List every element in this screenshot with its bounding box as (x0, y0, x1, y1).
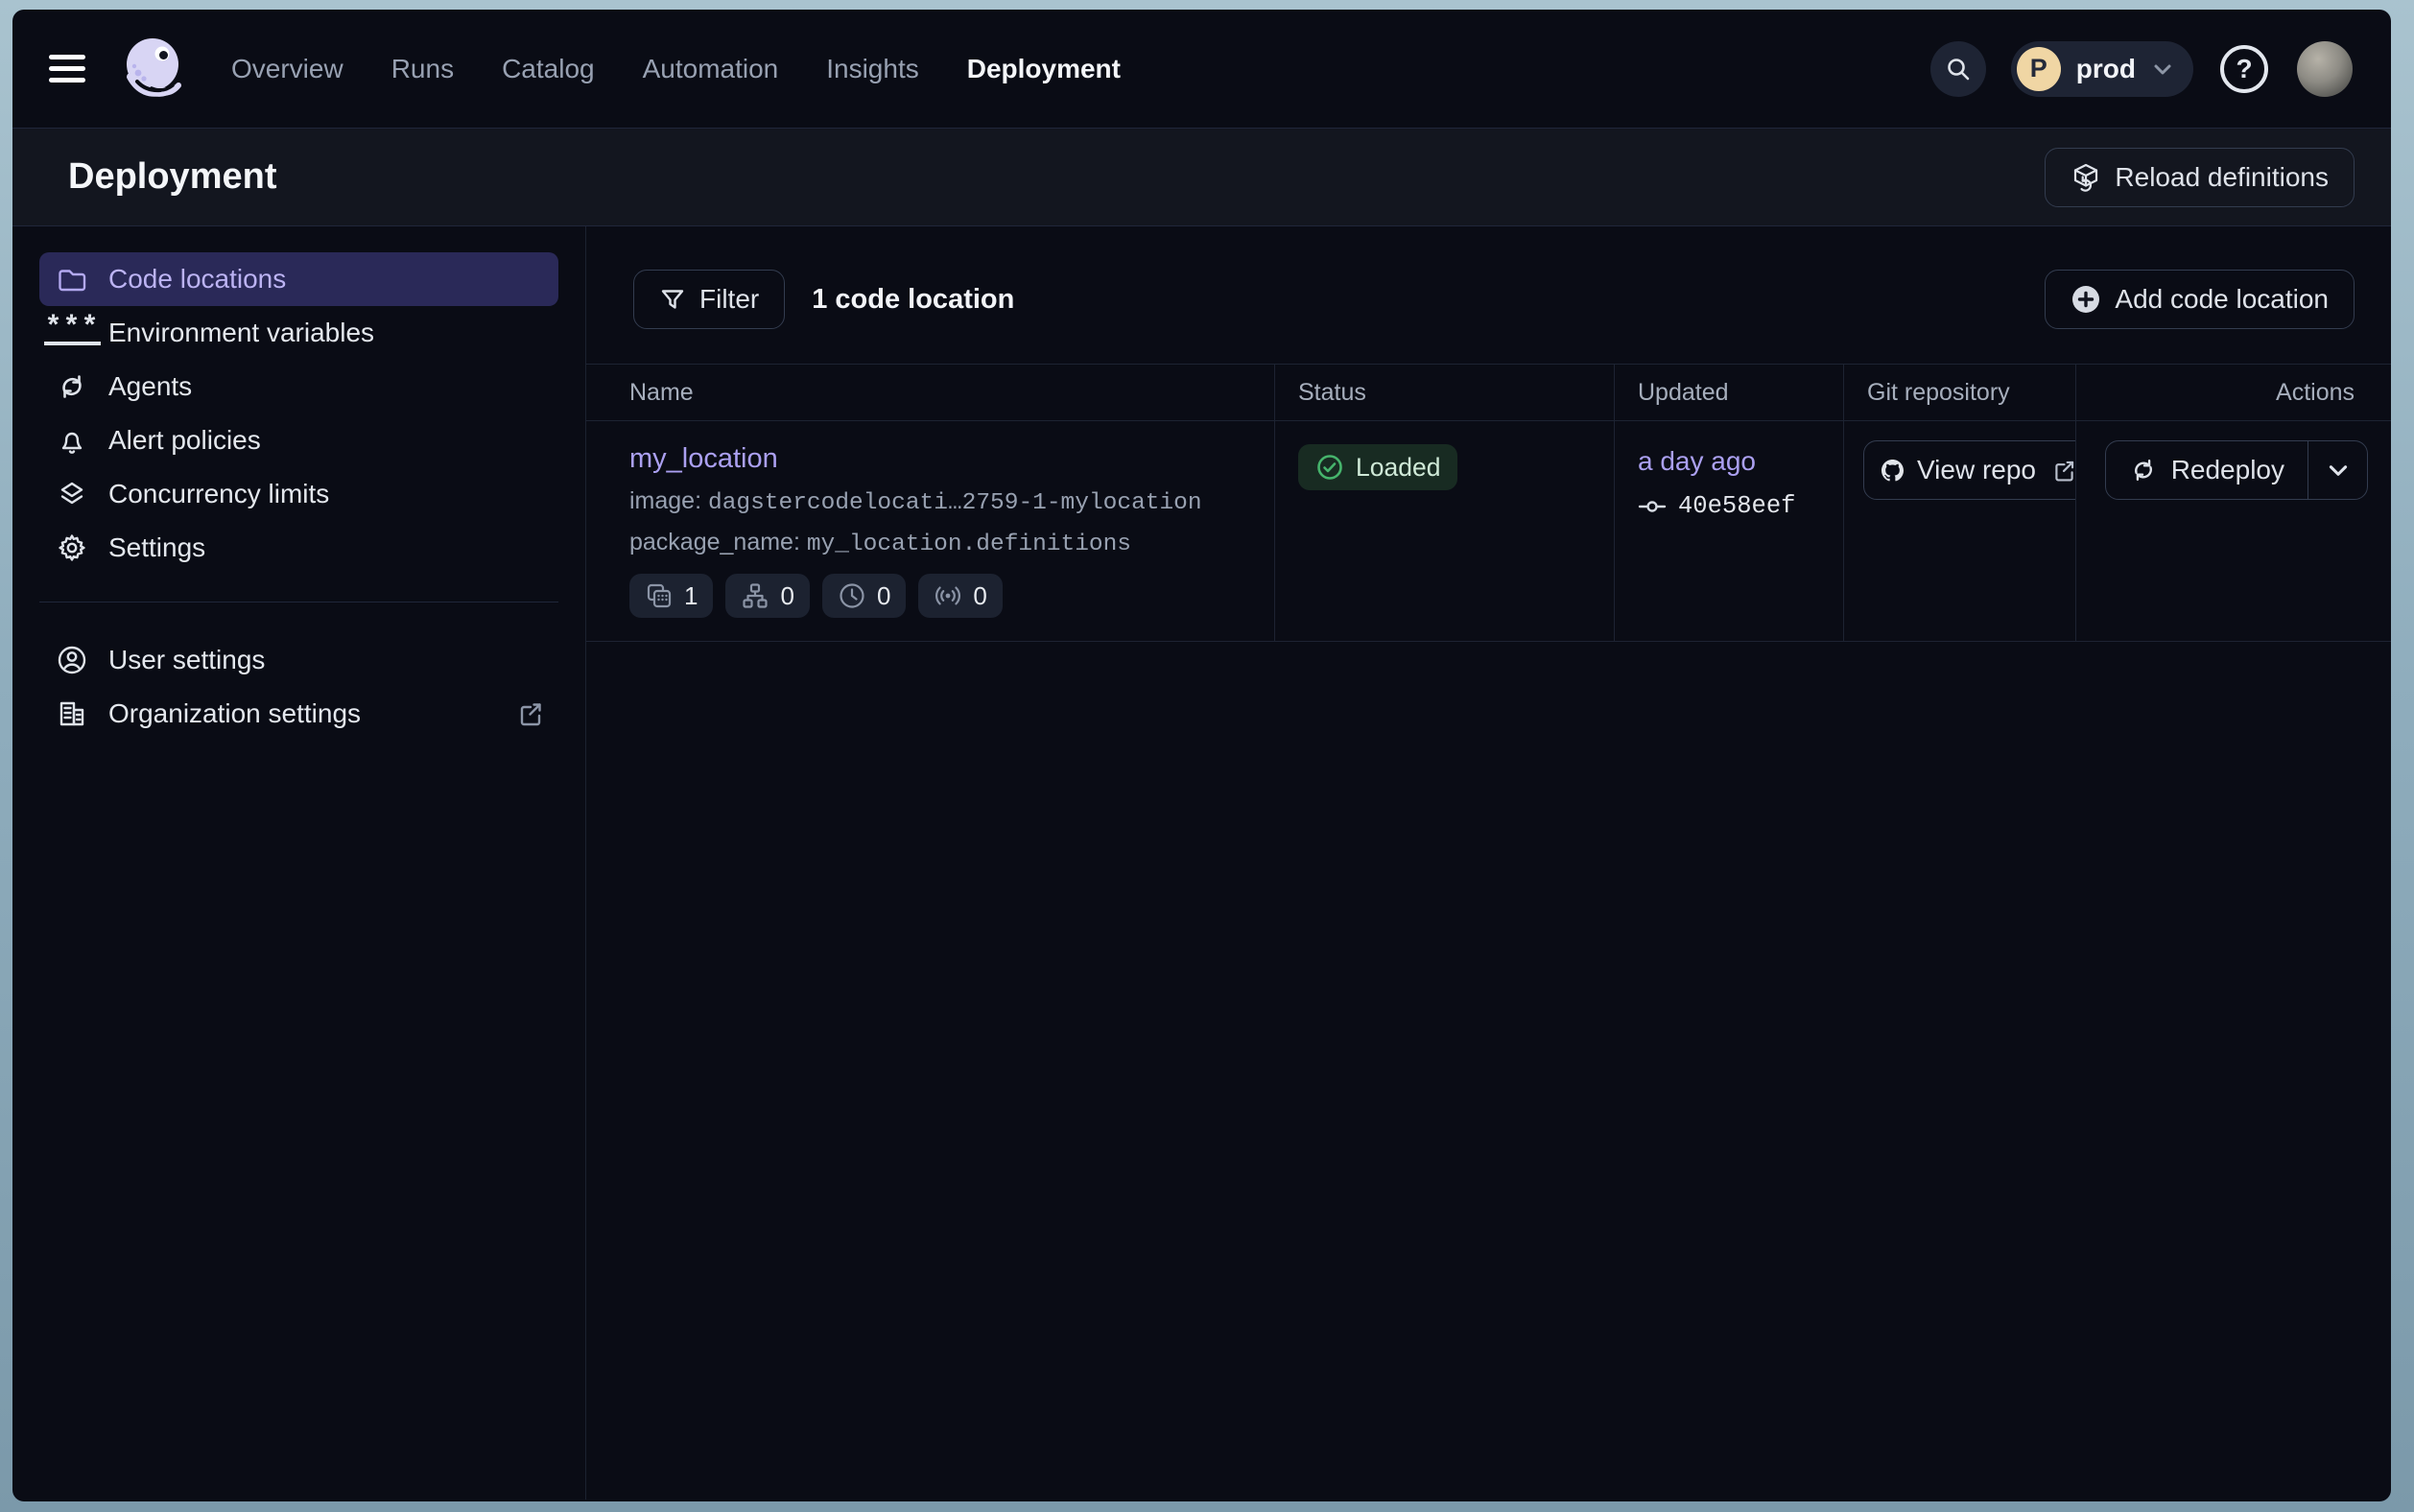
deployment-switcher[interactable]: P prod (2011, 41, 2193, 97)
github-icon (1882, 456, 1904, 485)
commit-row[interactable]: 40e58eef (1638, 492, 1820, 520)
sidebar-item-label: Agents (108, 371, 192, 402)
sidebar-item-code-locations[interactable]: Code locations (39, 252, 558, 306)
column-header-updated: Updated (1614, 365, 1843, 420)
search-button[interactable] (1930, 41, 1986, 97)
content-shell: Code locations *** Environment variables (12, 226, 2391, 1500)
reload-definitions-button[interactable]: Reload definitions (2045, 148, 2355, 207)
sidebar-item-user-settings[interactable]: User settings (39, 633, 558, 687)
bell-icon (53, 421, 91, 460)
hamburger-menu-icon[interactable] (49, 51, 93, 87)
status-badge: Loaded (1298, 444, 1457, 490)
sidebar-item-environment-variables[interactable]: *** Environment variables (39, 306, 558, 360)
nav-item-insights[interactable]: Insights (826, 54, 919, 84)
nav-item-automation[interactable]: Automation (643, 54, 779, 84)
nav-item-deployment[interactable]: Deployment (967, 54, 1121, 84)
assets-icon (645, 581, 674, 610)
schedules-count-badge[interactable]: 0 (822, 574, 906, 618)
redeploy-split-button: Redeploy (2105, 440, 2368, 500)
assets-count-badge[interactable]: 1 (629, 574, 713, 618)
updated-time-link[interactable]: a day ago (1638, 446, 1756, 477)
code-location-row: my_location image: dagstercodelocati…275… (586, 421, 2391, 642)
primary-nav: Overview Runs Catalog Automation Insight… (231, 54, 1121, 84)
nav-item-overview[interactable]: Overview (231, 54, 343, 84)
job-graph-icon (741, 581, 769, 610)
column-header-status: Status (1274, 365, 1614, 420)
code-location-link[interactable]: my_location (629, 443, 778, 475)
sidebar-item-settings[interactable]: Settings (39, 521, 558, 575)
check-circle-icon (1315, 453, 1344, 482)
deployment-sidebar: Code locations *** Environment variables (12, 226, 586, 1500)
agents-icon (53, 367, 91, 406)
sidebar-item-label: User settings (108, 645, 265, 675)
chevron-down-icon (2326, 458, 2351, 483)
search-icon (1945, 56, 1972, 83)
filter-button[interactable]: Filter (633, 270, 785, 329)
sensor-icon (934, 581, 962, 610)
code-locations-table: Name Status Updated Git repository Actio… (586, 364, 2391, 642)
filter-icon (659, 286, 686, 313)
deployment-avatar: P (2017, 47, 2061, 91)
sidebar-item-concurrency-limits[interactable]: Concurrency limits (39, 467, 558, 521)
code-locations-toolbar: Filter 1 code location Add code location (586, 226, 2391, 329)
package-meta: package_name: my_location.definitions (629, 529, 1251, 557)
redeploy-button[interactable]: Redeploy (2106, 441, 2308, 499)
jobs-count-badge[interactable]: 0 (725, 574, 809, 618)
schedule-icon (838, 581, 866, 610)
table-header: Name Status Updated Git repository Actio… (586, 364, 2391, 421)
sidebar-item-agents[interactable]: Agents (39, 360, 558, 413)
folder-icon (53, 260, 91, 298)
actions-cell: Redeploy (2075, 421, 2391, 641)
redeploy-icon (2129, 456, 2158, 484)
column-header-name: Name (586, 365, 1274, 420)
nav-item-catalog[interactable]: Catalog (502, 54, 595, 84)
reload-definitions-icon (2071, 162, 2101, 193)
plus-circle-icon (2071, 284, 2101, 315)
status-cell: Loaded (1274, 421, 1614, 641)
name-cell: my_location image: dagstercodelocati…275… (586, 421, 1274, 641)
gear-icon (53, 529, 91, 567)
external-link-icon (2051, 458, 2075, 484)
page-header: Deployment Reload definitions (12, 128, 2391, 226)
view-repo-button[interactable]: View repo (1863, 440, 2075, 500)
sidebar-item-organization-settings[interactable]: Organization settings (39, 687, 558, 741)
definition-count-badges: 1 0 (629, 574, 1251, 618)
add-code-location-button[interactable]: Add code location (2045, 270, 2355, 329)
question-mark-icon: ? (2236, 54, 2252, 84)
main-content: Filter 1 code location Add code location… (586, 226, 2391, 1500)
dagster-logo-icon[interactable] (118, 33, 191, 106)
external-link-icon (516, 699, 545, 728)
chevron-down-icon (2151, 58, 2174, 81)
nav-item-runs[interactable]: Runs (391, 54, 454, 84)
layers-icon (53, 475, 91, 513)
updated-cell: a day ago 40e58eef (1614, 421, 1843, 641)
building-icon (53, 695, 91, 733)
user-circle-icon (53, 641, 91, 679)
sidebar-item-label: Settings (108, 532, 205, 563)
commit-icon (1638, 497, 1667, 516)
help-button[interactable]: ? (2220, 45, 2268, 93)
git-repository-cell: View repo (1843, 421, 2075, 641)
sensors-count-badge[interactable]: 0 (918, 574, 1002, 618)
column-header-actions: Actions (2075, 365, 2391, 420)
sidebar-item-alert-policies[interactable]: Alert policies (39, 413, 558, 467)
sidebar-item-label: Alert policies (108, 425, 261, 456)
sidebar-item-label: Concurrency limits (108, 479, 329, 509)
sidebar-item-label: Environment variables (108, 318, 374, 348)
code-location-count: 1 code location (812, 284, 1014, 316)
sidebar-item-label: Organization settings (108, 698, 361, 729)
sidebar-item-label: Code locations (108, 264, 286, 295)
deployment-name: prod (2076, 54, 2136, 84)
user-avatar[interactable] (2297, 41, 2353, 97)
top-nav: Overview Runs Catalog Automation Insight… (12, 10, 2391, 128)
image-meta: image: dagstercodelocati…2759-1-mylocati… (629, 487, 1251, 516)
app-window: Overview Runs Catalog Automation Insight… (12, 10, 2391, 1501)
redeploy-menu-button[interactable] (2308, 441, 2367, 499)
page-title: Deployment (68, 156, 276, 198)
env-vars-icon: *** (53, 314, 91, 352)
column-header-git-repository: Git repository (1843, 365, 2075, 420)
